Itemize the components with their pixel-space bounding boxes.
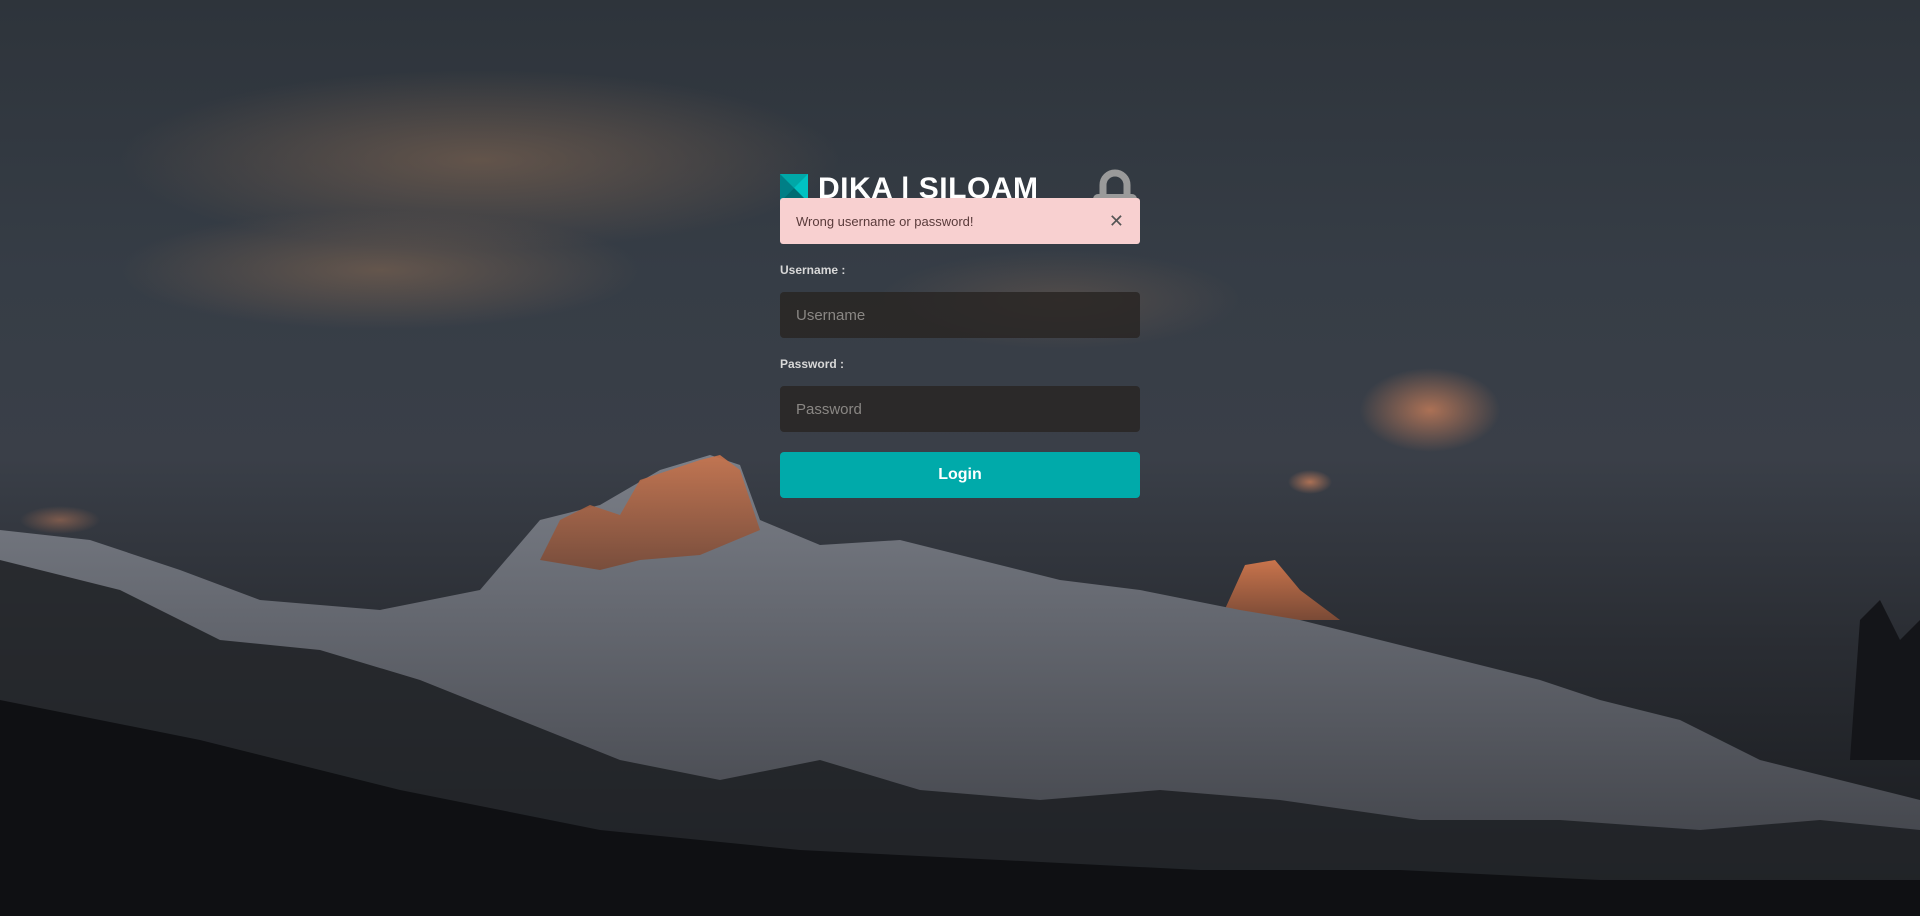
username-label: Username : xyxy=(780,263,846,277)
close-icon[interactable]: ✕ xyxy=(1109,212,1124,230)
username-input[interactable] xyxy=(780,292,1140,338)
password-input[interactable] xyxy=(780,386,1140,432)
error-alert: Wrong username or password! ✕ xyxy=(780,198,1140,244)
login-form-container: DIKA | SILOAM Wrong username or password… xyxy=(780,169,1140,498)
login-button[interactable]: Login xyxy=(780,452,1140,498)
password-label: Password : xyxy=(780,357,845,371)
error-message: Wrong username or password! xyxy=(796,213,974,229)
login-page: DIKA | SILOAM Wrong username or password… xyxy=(0,0,1920,916)
